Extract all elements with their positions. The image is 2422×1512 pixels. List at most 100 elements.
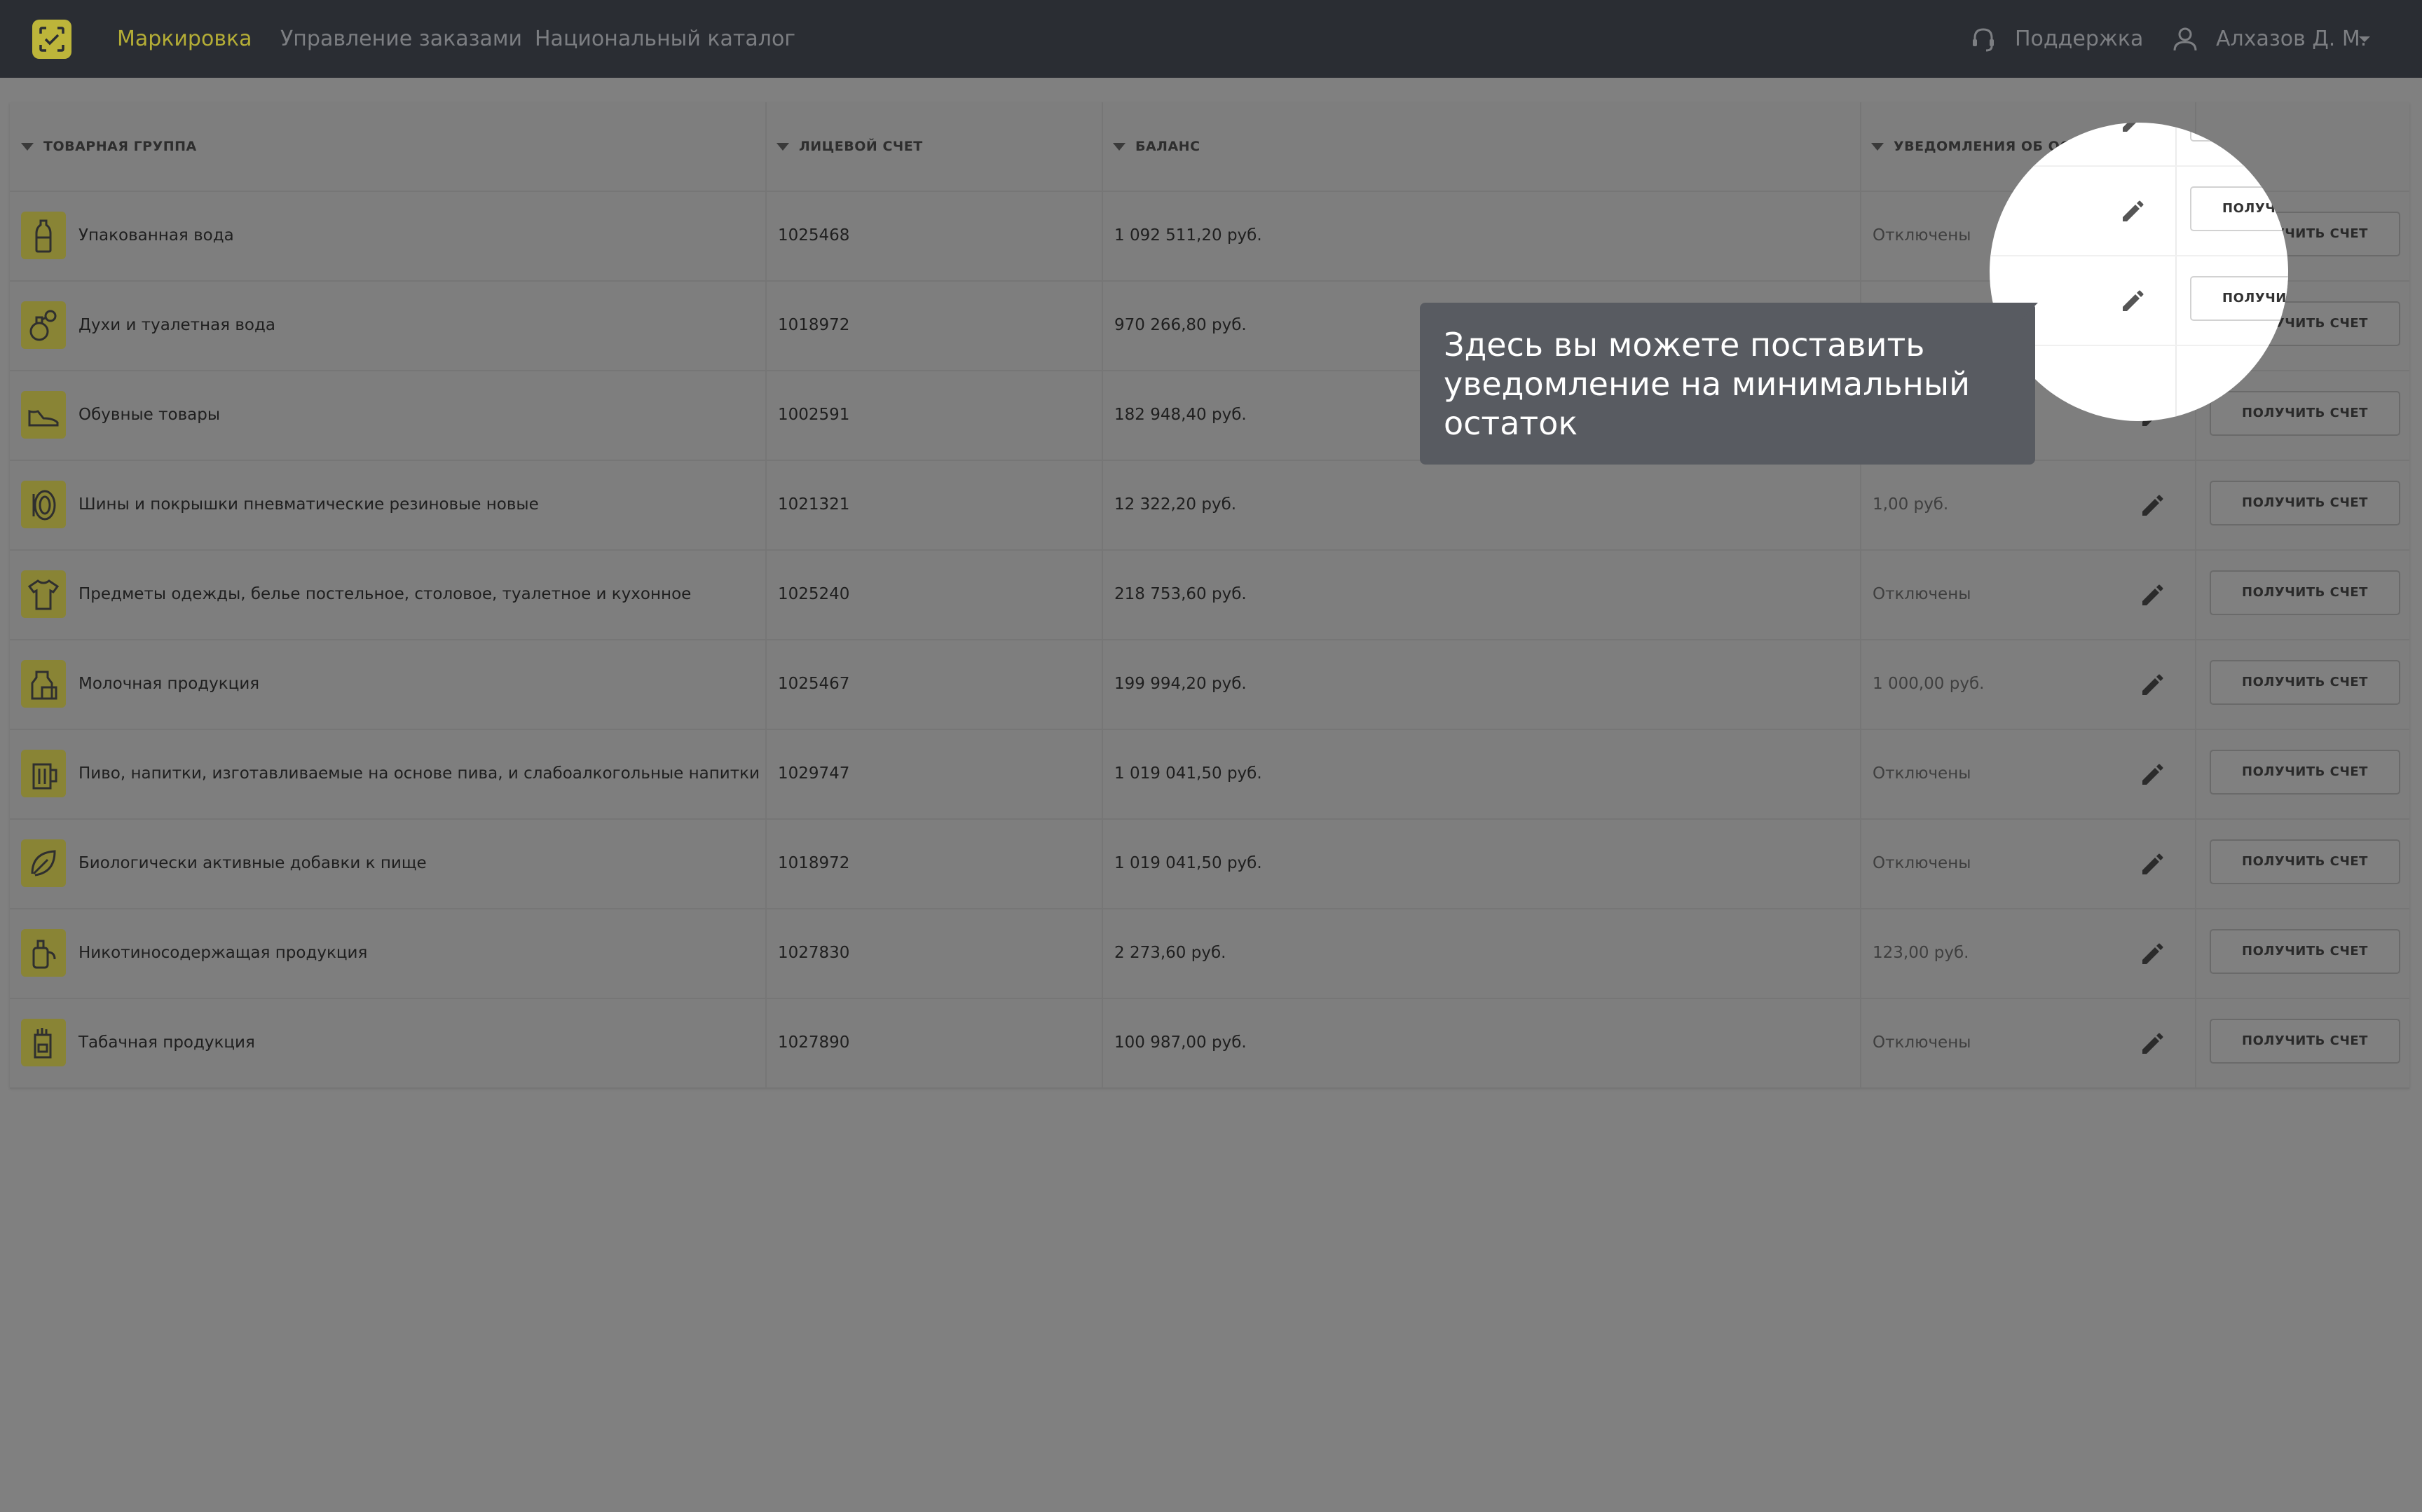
vape-icon xyxy=(21,929,66,977)
get-invoice-button[interactable]: ПОЛУЧИТЬ СЧЕТ xyxy=(2190,186,2288,231)
header-label: ТОВАРНАЯ ГРУППА xyxy=(43,139,197,154)
cigarette-pack-icon xyxy=(21,1019,66,1066)
user-name[interactable]: Алхазов Д. М. xyxy=(2216,0,2367,78)
app-logo[interactable] xyxy=(32,20,71,59)
user-icon[interactable] xyxy=(2171,25,2199,53)
balance-value: 182 948,40 руб. xyxy=(1114,406,1247,424)
sort-icon xyxy=(21,143,34,151)
get-invoice-button[interactable]: ПОЛУЧИТЬ СЧЕТ xyxy=(2210,391,2400,436)
account-number: 1018972 xyxy=(778,316,850,334)
balance-value: 1 019 041,50 руб. xyxy=(1114,854,1262,872)
product-group-name: Обувные товары xyxy=(78,406,220,424)
headset-icon[interactable] xyxy=(1969,25,1997,53)
product-group-name: Биологически активные добавки к пище xyxy=(78,854,427,872)
get-invoice-button[interactable]: ПОЛУЧИТЬ СЧЕТ xyxy=(2210,839,2400,884)
notification-value: Отключены xyxy=(1873,764,1971,783)
get-invoice-button[interactable]: ПОЛУЧИТЬ СЧЕТ xyxy=(2210,660,2400,705)
table-row: Табачная продукция 1027890 100 987,00 руб.… xyxy=(10,998,2409,1089)
edit-pencil-icon[interactable] xyxy=(2137,939,2165,967)
balance-value: 218 753,60 руб. xyxy=(1114,585,1247,603)
account-number: 1002591 xyxy=(778,406,850,424)
product-group-name: Шины и покрышки пневматические резиновые… xyxy=(78,495,539,514)
header-label: БАЛАНС xyxy=(1135,139,1200,154)
header-product-group[interactable]: ТОВАРНАЯ ГРУППА xyxy=(21,102,197,191)
sort-icon xyxy=(1113,143,1126,151)
nav-item-national-catalog[interactable]: Национальный каталог xyxy=(535,0,795,78)
notification-value: 123,00 руб. xyxy=(1873,944,1969,962)
bottle-icon xyxy=(21,212,66,259)
shirt-icon xyxy=(21,570,66,618)
balance-value: 970 266,80 руб. xyxy=(1114,316,1247,334)
edit-pencil-icon[interactable] xyxy=(2137,490,2165,518)
account-number: 1018972 xyxy=(778,854,850,872)
header-label: ЛИЦЕВОЙ СЧЕТ xyxy=(799,139,923,154)
chevron-down-icon[interactable] xyxy=(2358,35,2372,43)
edit-pencil-icon[interactable] xyxy=(2137,1029,2165,1057)
product-group-name: Упакованная вода xyxy=(78,226,234,245)
get-invoice-button[interactable]: ПОЛУЧИТЬ СЧЕТ xyxy=(2190,276,2288,321)
balance-value: 2 273,60 руб. xyxy=(1114,944,1226,962)
product-group-name: Духи и туалетная вода xyxy=(78,316,275,334)
table-row: Обувные товары1002591182 948,40 руб.ПОЛУ… xyxy=(1990,165,2288,256)
table-row: Молочная продукция 1025467 199 994,20 руб.… xyxy=(10,639,2409,730)
leaf-icon xyxy=(21,839,66,887)
header-balance[interactable]: БАЛАНС xyxy=(1113,102,1200,191)
nav-item-order-management[interactable]: Управление заказами xyxy=(280,0,522,78)
tire-icon xyxy=(21,481,66,528)
product-group-name: Молочная продукция xyxy=(78,675,260,693)
edit-pencil-icon[interactable] xyxy=(2117,123,2145,135)
top-navigation-bar: Маркировка Управление заказами Националь… xyxy=(0,0,2422,78)
edit-pencil-icon[interactable] xyxy=(2117,196,2145,224)
header-account[interactable]: ЛИЦЕВОЙ СЧЕТ xyxy=(776,102,923,191)
get-invoice-button[interactable]: ПОЛУЧИТЬ СЧЕТ xyxy=(2210,481,2400,525)
milk-icon xyxy=(21,660,66,708)
product-group-name: Табачная продукция xyxy=(78,1033,255,1052)
account-number: 1025467 xyxy=(778,675,850,693)
edit-pencil-icon[interactable] xyxy=(2137,849,2165,877)
notification-value: Отключены xyxy=(1873,585,1971,603)
edit-pencil-icon[interactable] xyxy=(2137,580,2165,608)
get-invoice-button[interactable]: ПОЛУЧИТЬ СЧЕТ xyxy=(2210,1019,2400,1064)
sort-icon xyxy=(776,143,789,151)
beer-icon xyxy=(21,750,66,797)
edit-pencil-icon[interactable] xyxy=(2117,286,2145,314)
get-invoice-button[interactable]: ПОЛУЧИТЬ СЧЕТ xyxy=(2190,123,2288,142)
table-row: Никотиносодержащая продукция 1027830 2 273… xyxy=(10,908,2409,999)
balance-value: 199 994,20 руб. xyxy=(1114,675,1247,693)
account-number: 1025468 xyxy=(778,226,850,245)
notification-value: Отключены xyxy=(1873,854,1971,872)
edit-pencil-icon[interactable] xyxy=(2137,760,2165,788)
account-number: 1027890 xyxy=(778,1033,850,1052)
tooltip-text: Здесь вы можете поставить уведомление на… xyxy=(1444,326,1971,442)
notification-value: 1 000,00 руб. xyxy=(1873,675,1985,693)
balance-value: 1 092 511,20 руб. xyxy=(1114,226,1262,245)
nav-item-marking[interactable]: Маркировка xyxy=(117,0,252,78)
get-invoice-button[interactable]: ПОЛУЧИТЬ СЧЕТ xyxy=(2210,570,2400,615)
notification-value: 1,00 руб. xyxy=(1873,495,1949,514)
perfume-icon xyxy=(21,301,66,349)
balance-value: 12 322,20 руб. xyxy=(1114,495,1237,514)
product-group-name: Никотиносодержащая продукция xyxy=(78,944,368,962)
product-group-name: Предметы одежды, белье постельное, столо… xyxy=(78,585,692,603)
logo-check-icon xyxy=(39,27,64,52)
get-invoice-button[interactable]: ПОЛУЧИТЬ СЧЕТ xyxy=(2210,929,2400,974)
edit-pencil-icon[interactable] xyxy=(2137,670,2165,698)
account-number: 1021321 xyxy=(778,495,850,514)
account-number: 1025240 xyxy=(778,585,850,603)
balance-value: 100 987,00 руб. xyxy=(1114,1033,1247,1052)
product-group-name: Пиво, напитки, изготавливаемые на основе… xyxy=(78,764,760,783)
table-row: Биологически активные добавки к пище 1018… xyxy=(10,818,2409,909)
table-row: Духи и туалетная вода1018972970 266,80 р… xyxy=(1990,123,2288,167)
balance-value: 1 019 041,50 руб. xyxy=(1114,764,1262,783)
table-row: Шины и покрышки пневматические резиновые… xyxy=(10,460,2409,551)
onboarding-tooltip: Здесь вы можете поставить уведомление на… xyxy=(1420,303,2035,465)
notification-value: Отключены xyxy=(1873,1033,1971,1052)
shoe-icon xyxy=(21,391,66,439)
account-number: 1029747 xyxy=(778,764,850,783)
sort-icon xyxy=(1871,143,1884,151)
get-invoice-button[interactable]: ПОЛУЧИТЬ СЧЕТ xyxy=(2210,750,2400,795)
tooltip-arrow xyxy=(2018,303,2038,322)
table-row: Предметы одежды, белье постельное, столо… xyxy=(10,549,2409,640)
support-link[interactable]: Поддержка xyxy=(2015,0,2143,78)
account-number: 1027830 xyxy=(778,944,850,962)
